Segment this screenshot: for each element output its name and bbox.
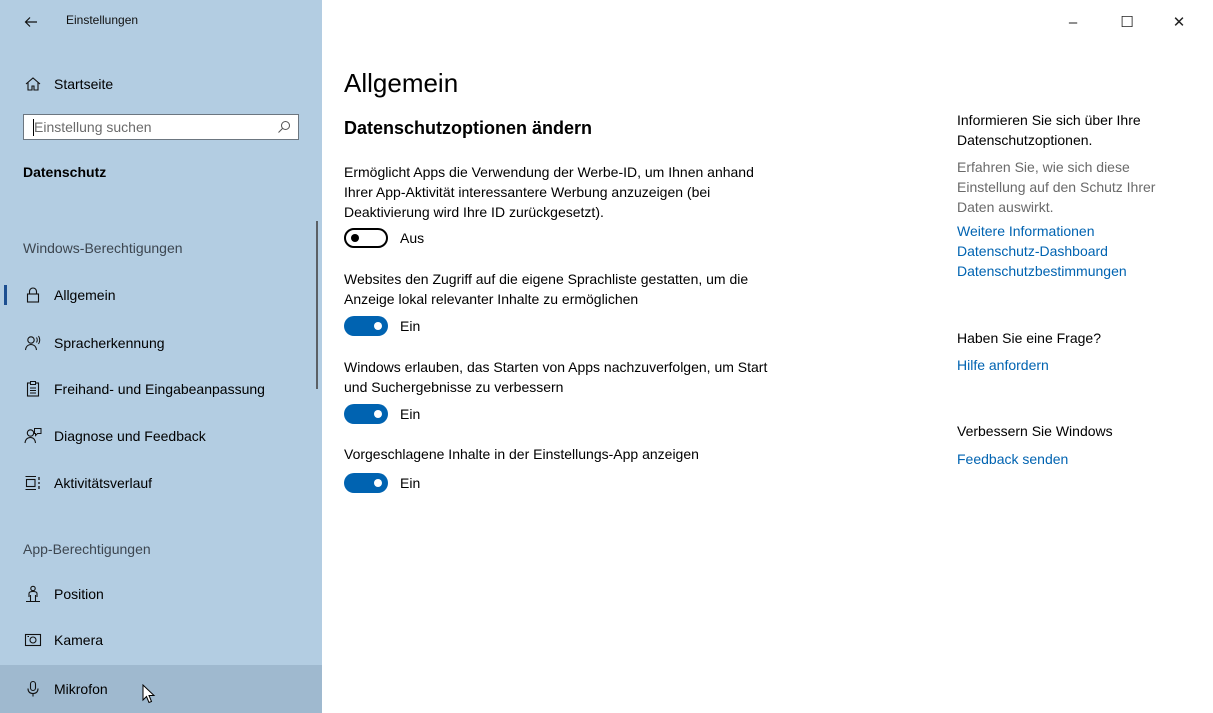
sidebar-item-label: Spracherkennung [54,335,165,351]
category-title: Datenschutz [23,164,107,180]
get-help-link[interactable]: Hilfe anfordern [957,355,1049,375]
toggle-language-list[interactable] [344,316,388,336]
main-content: Allgemein Datenschutzoptionen ändern Erm… [322,0,1213,713]
toggle-knob [374,479,382,487]
toggle-app-launch-tracking[interactable] [344,404,388,424]
clipboard-icon [26,381,40,397]
sidebar-item-spracherkennung[interactable]: Spracherkennung [0,321,322,365]
toggle-knob [351,234,359,242]
section-title: Datenschutzoptionen ändern [344,118,593,138]
microphone-icon [27,680,39,697]
info-text: Erfahren Sie, wie sich diese Einstellung… [957,159,1156,215]
privacy-dashboard-link[interactable]: Datenschutz-Dashboard [957,241,1108,261]
search-input[interactable] [30,117,274,137]
sidebar-item-freihand[interactable]: Freihand- und Eingabeanpassung [0,367,322,411]
sidebar-item-aktivitaetsverlauf[interactable]: Aktivitätsverlauf [0,461,322,505]
timeline-icon [25,475,40,491]
privacy-statement-link[interactable]: Datenschutzbestimmungen [957,261,1127,281]
sidebar-item-label: Diagnose und Feedback [54,428,206,444]
question-heading: Haben Sie eine Frage? [957,330,1101,346]
group-label-apps: App-Berechtigungen [23,541,151,557]
toggle-suggested-content[interactable] [344,473,388,493]
option-description-suggested-content: Vorgeschlagene Inhalte in der Einstellun… [344,446,699,462]
sidebar-item-diagnose[interactable]: Diagnose und Feedback [0,414,322,458]
speech-icon [24,335,41,351]
app-title: Einstellungen [66,13,139,27]
sidebar-item-mikrofon[interactable]: Mikrofon [0,665,322,713]
active-indicator [4,285,7,305]
search-icon[interactable] [277,120,291,134]
option-description-app-launch-tracking: Windows erlauben, das Starten von Apps n… [344,359,768,395]
navigation-pane: Einstellungen Startseite Datenschutz Win… [0,0,322,713]
sidebar-item-label: Allgemein [54,287,116,303]
toggle-state-label: Aus [400,230,425,246]
group-label-windows: Windows-Berechtigungen [23,240,183,256]
toggle-state-label: Ein [400,406,421,422]
sidebar-item-kamera[interactable]: Kamera [0,618,322,662]
home-label: Startseite [54,76,114,92]
toggle-state-label: Ein [400,318,421,334]
toggle-knob [374,322,382,330]
sidebar-item-position[interactable]: Position [0,572,322,616]
sidebar-item-label: Aktivitätsverlauf [54,475,153,491]
lock-icon [26,287,40,303]
mouse-pointer-icon [142,684,156,704]
location-person-icon [26,585,40,603]
toggle-advertising-id[interactable] [344,228,388,248]
home-link[interactable]: Startseite [0,67,322,101]
more-info-link[interactable]: Weitere Informationen [957,221,1094,241]
home-icon [25,77,41,91]
sidebar-item-label: Mikrofon [54,681,108,697]
feedback-icon [24,428,42,444]
info-heading: Informieren Sie sich über Ihre Datenschu… [957,112,1141,148]
page-title: Allgemein [344,68,459,98]
option-description-language-list: Websites den Zugriff auf die eigene Spra… [344,271,749,307]
settings-search-box[interactable] [23,114,299,140]
option-description-advertising-id: Ermöglicht Apps die Verwendung der Werbe… [344,164,754,220]
toggle-state-label: Ein [400,475,421,491]
sidebar-item-label: Freihand- und Eingabeanpassung [54,381,265,397]
sidebar-item-label: Position [54,586,104,602]
back-button[interactable] [20,10,44,34]
sidebar-item-allgemein[interactable]: Allgemein [0,273,322,317]
sidebar-scrollbar[interactable] [316,221,318,389]
send-feedback-link[interactable]: Feedback senden [957,449,1068,469]
arrow-left-icon [24,17,37,27]
title-bar-left: Einstellungen [0,10,322,34]
improve-heading: Verbessern Sie Windows [957,423,1113,439]
toggle-knob [374,410,382,418]
camera-icon [24,633,42,647]
sidebar-item-label: Kamera [54,632,104,648]
